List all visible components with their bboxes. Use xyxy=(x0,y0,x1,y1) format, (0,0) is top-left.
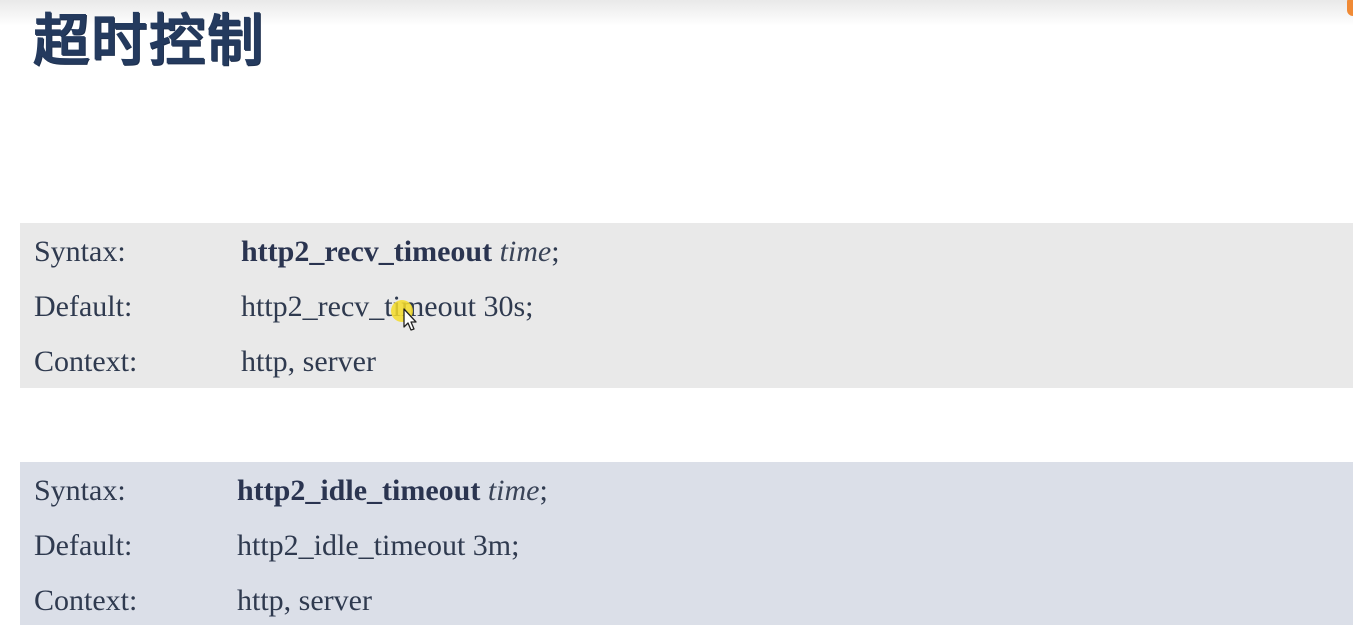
context-label: Context: xyxy=(34,345,138,378)
default-row: Default: http2_recv_timeout 30s; xyxy=(20,287,1353,327)
directive-name: http2_idle_timeout xyxy=(237,474,481,507)
page-title: 超时控制 xyxy=(33,9,265,74)
directive-name: http2_recv_timeout xyxy=(241,235,493,268)
syntax-value: http2_recv_timeout time; xyxy=(241,232,560,272)
default-row: Default: http2_idle_timeout 3m; xyxy=(20,526,1353,566)
syntax-value: http2_idle_timeout time; xyxy=(237,471,548,511)
context-label: Context: xyxy=(34,584,138,617)
default-label: Default: xyxy=(34,290,133,323)
syntax-label: Syntax: xyxy=(34,235,126,268)
context-row: Context: http, server xyxy=(20,342,1353,382)
default-value: http2_idle_timeout 3m; xyxy=(237,529,520,562)
directive-terminator: ; xyxy=(539,474,548,507)
context-row: Context: http, server xyxy=(20,581,1353,621)
directive-argument: time xyxy=(487,474,540,507)
syntax-label: Syntax: xyxy=(34,474,126,507)
default-label: Default: xyxy=(34,529,133,562)
directive-terminator: ; xyxy=(551,235,560,268)
directive-argument: time xyxy=(499,235,552,268)
mouse-pointer-icon xyxy=(403,308,417,331)
context-value: http, server xyxy=(241,345,376,378)
syntax-row: Syntax: http2_idle_timeout time; xyxy=(20,471,1353,511)
default-value: http2_recv_timeout 30s; xyxy=(241,290,534,323)
mouse-cursor xyxy=(391,300,427,336)
syntax-row: Syntax: http2_recv_timeout time; xyxy=(20,232,1353,272)
directive-box-idle-timeout: Syntax: http2_idle_timeout time; Default… xyxy=(20,462,1353,625)
directive-box-recv-timeout: Syntax: http2_recv_timeout time; Default… xyxy=(20,223,1353,388)
corner-mark xyxy=(1347,0,1353,16)
context-value: http, server xyxy=(237,584,372,617)
